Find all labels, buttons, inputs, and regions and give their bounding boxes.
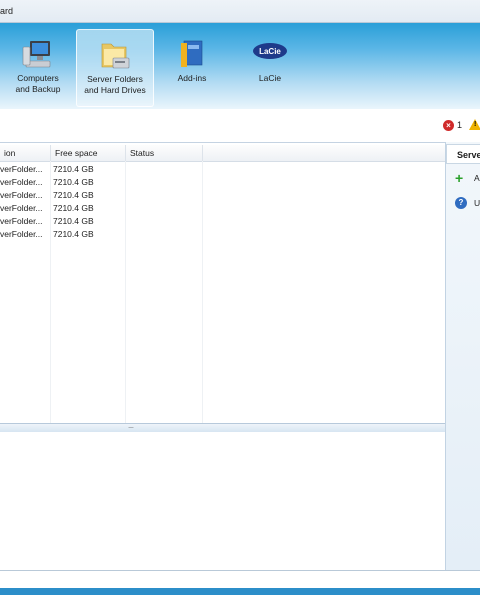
- svg-text:LaCie: LaCie: [259, 47, 281, 56]
- computer-icon: [21, 37, 55, 71]
- nav-add-ins[interactable]: Add-ins: [154, 29, 230, 105]
- add-icon: +: [455, 170, 464, 186]
- cell-free-space: 7210.4 GB: [53, 203, 94, 213]
- column-header-status[interactable]: Status: [126, 145, 203, 161]
- alert-bar: [0, 110, 480, 143]
- cell-location: verFolder...: [0, 164, 43, 174]
- table-row[interactable]: verFolder... 7210.4 GB: [0, 215, 445, 228]
- tasks-pane: Serve + A ? U: [445, 142, 480, 570]
- cell-location: verFolder...: [0, 177, 43, 187]
- nav-computers-and-backup[interactable]: Computers and Backup: [0, 29, 76, 105]
- table-row[interactable]: verFolder... 7210.4 GB: [0, 163, 445, 176]
- nav-label-line1: Computers: [17, 73, 59, 83]
- lacie-logo-icon: LaCie: [253, 37, 287, 71]
- cell-free-space: 7210.4 GB: [53, 216, 94, 226]
- bottom-status-strip: [0, 570, 480, 595]
- details-pane: [0, 432, 445, 569]
- cell-free-space: 7210.4 GB: [53, 229, 94, 239]
- tasks-pane-title: Serve: [457, 150, 480, 160]
- cell-location: verFolder...: [0, 203, 43, 213]
- grid-header: ion Free space Status: [0, 145, 445, 162]
- cell-free-space: 7210.4 GB: [53, 177, 94, 187]
- nav-lacie[interactable]: LaCie LaCie: [232, 29, 308, 105]
- window-title: ard: [0, 6, 14, 16]
- nav-label-line1: Add-ins: [177, 73, 207, 83]
- warning-alert-icon[interactable]: !: [469, 119, 480, 130]
- nav-server-folders-and-hard-drives[interactable]: Server Folders and Hard Drives: [76, 29, 154, 107]
- addins-book-icon: [175, 37, 209, 71]
- task-label: U: [474, 198, 480, 208]
- cell-free-space: 7210.4 GB: [53, 164, 94, 174]
- nav-label-line1: Server Folders: [87, 74, 143, 84]
- task-label: A: [474, 173, 480, 183]
- nav-label-line2: and Hard Drives: [84, 85, 146, 95]
- table-row[interactable]: verFolder... 7210.4 GB: [0, 202, 445, 215]
- splitter-grip-icon: ·····: [128, 425, 134, 431]
- tasks-pane-header: Serve: [446, 144, 480, 164]
- folder-icon: [98, 38, 132, 72]
- cell-location: verFolder...: [0, 190, 43, 200]
- help-icon: ?: [455, 197, 467, 209]
- task-add[interactable]: + A: [455, 170, 480, 186]
- column-header-free-space[interactable]: Free space: [51, 145, 126, 161]
- title-bar: ard: [0, 0, 480, 23]
- critical-alert-count[interactable]: 1: [457, 120, 462, 130]
- navigation-ribbon: Computers and Backup Server Folders and …: [0, 23, 480, 109]
- table-row[interactable]: verFolder... 7210.4 GB: [0, 228, 445, 241]
- cell-free-space: 7210.4 GB: [53, 190, 94, 200]
- cell-location: verFolder...: [0, 229, 43, 239]
- server-folders-grid: ion Free space Status verFolder... 7210.…: [0, 145, 445, 423]
- table-row[interactable]: verFolder... 7210.4 GB: [0, 176, 445, 189]
- critical-alert-icon[interactable]: ×: [443, 120, 454, 131]
- cell-location: verFolder...: [0, 216, 43, 226]
- nav-label-line1: LaCie: [258, 73, 282, 83]
- table-row[interactable]: verFolder... 7210.4 GB: [0, 189, 445, 202]
- nav-label-line2: and Backup: [15, 84, 61, 94]
- task-help[interactable]: ? U: [455, 197, 480, 211]
- column-header-location[interactable]: ion: [0, 145, 51, 161]
